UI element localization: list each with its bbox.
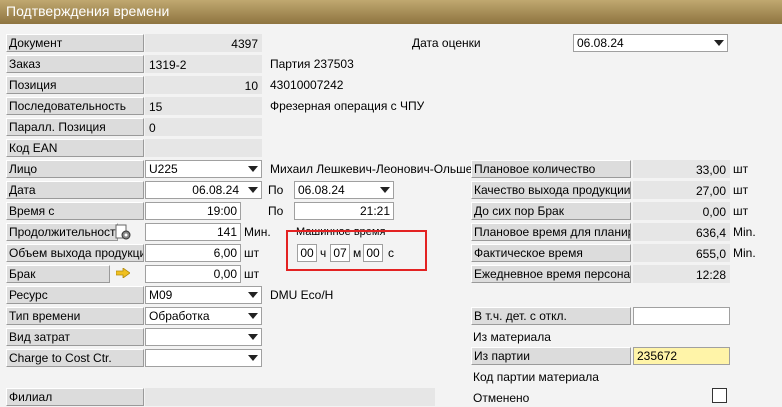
- time-type-dropdown[interactable]: Обработка: [145, 307, 262, 325]
- output-qty-field[interactable]: 6,00: [145, 244, 241, 262]
- planned-qty-field: 33,00: [633, 160, 730, 178]
- document-label: Документ: [6, 34, 144, 52]
- sequence-field: 15: [145, 97, 262, 115]
- date-label: Дата: [6, 181, 144, 199]
- document-field: 4397: [145, 34, 262, 52]
- planned-qty-label: Плановое количество: [471, 160, 631, 178]
- resource-dropdown[interactable]: M09: [145, 286, 262, 304]
- charge-label: Charge to Cost Ctr.: [6, 349, 144, 367]
- eval-date-dropdown[interactable]: 06.08.24: [573, 34, 728, 52]
- scrap-field[interactable]: 0,00: [145, 265, 241, 283]
- item-code-text: 43010007242: [270, 78, 344, 92]
- incl-deviation-field[interactable]: [633, 307, 730, 325]
- branch-field: [145, 388, 435, 406]
- planned-time-field: 636,4: [633, 223, 730, 241]
- chevron-down-icon[interactable]: [714, 40, 724, 46]
- date-value: 06.08.24: [192, 183, 239, 197]
- chevron-down-icon[interactable]: [248, 187, 258, 193]
- sequence-label: Последовательность: [6, 97, 144, 115]
- date-to-dropdown[interactable]: 06.08.24: [294, 181, 394, 199]
- from-material-label: Из материала: [473, 330, 551, 344]
- actual-time-unit: Min.: [733, 246, 756, 260]
- chevron-down-icon[interactable]: [248, 313, 258, 319]
- parallel-position-field: 0: [145, 118, 262, 136]
- output-qty-label: Объем выхода продукции: [6, 244, 144, 262]
- cost-type-label: Вид затрат: [6, 328, 144, 346]
- date-to-label: По: [268, 183, 284, 197]
- eval-date-value: 06.08.24: [577, 36, 624, 50]
- window-title: Подтверждения времени: [6, 3, 170, 19]
- cancelled-label: Отменено: [473, 391, 530, 405]
- person-name-text: Михаил Лешкевич-Леонович-Ольшевский: [270, 162, 504, 176]
- date-dropdown[interactable]: 06.08.24: [145, 181, 262, 199]
- parallel-position-label: Паралл. Позиция: [6, 118, 144, 136]
- person-dropdown[interactable]: U225: [145, 160, 262, 178]
- scrap-unit: шт: [244, 267, 260, 281]
- resource-name-text: DMU Eco/H: [270, 288, 334, 302]
- time-from-label: Время с: [6, 202, 144, 220]
- ean-label: Код EAN: [6, 139, 144, 157]
- chevron-down-icon[interactable]: [248, 355, 258, 361]
- output-qty-unit: шт: [244, 246, 260, 260]
- order-field: 1319-2: [145, 55, 262, 73]
- chevron-down-icon[interactable]: [248, 166, 258, 172]
- cancelled-checkbox[interactable]: [712, 388, 727, 403]
- time-to-field[interactable]: 21:21: [294, 202, 394, 220]
- operation-text: Фрезерная операция с ЧПУ: [270, 99, 425, 113]
- position-field: 10: [145, 76, 262, 94]
- quality-output-field: 27,00: [633, 181, 730, 199]
- time-type-value: Обработка: [149, 309, 210, 323]
- material-batch-code-label: Код партии материала: [473, 370, 599, 384]
- time-to-label: По: [268, 204, 284, 218]
- order-label: Заказ: [6, 55, 144, 73]
- duration-unit: Мин.: [244, 225, 271, 239]
- person-value: U225: [149, 162, 178, 176]
- actual-time-field: 655,0: [633, 244, 730, 262]
- daily-time-label: Ежедневное время персонала: [471, 265, 631, 283]
- batch-text: Партия 237503: [270, 57, 354, 71]
- branch-label: Филиал: [6, 388, 144, 406]
- daily-time-field: 12:28: [633, 265, 730, 283]
- chevron-down-icon[interactable]: [248, 334, 258, 340]
- quality-output-unit: шт: [733, 183, 749, 197]
- time-from-field[interactable]: 19:00: [145, 202, 241, 220]
- charge-dropdown[interactable]: [145, 349, 262, 367]
- cost-type-dropdown[interactable]: [145, 328, 262, 346]
- position-label: Позиция: [6, 76, 144, 94]
- date-to-value: 06.08.24: [298, 183, 345, 197]
- person-label: Лицо: [6, 160, 144, 178]
- from-batch-label: Из партии: [471, 347, 631, 365]
- planned-time-label: Плановое время для планирования: [471, 223, 631, 241]
- resource-label: Ресурс: [6, 286, 144, 304]
- link-arrow-icon[interactable]: [116, 268, 130, 278]
- eval-date-label: Дата оценки: [409, 34, 569, 52]
- ean-field: [145, 139, 262, 157]
- duration-label: Продолжительность: [6, 223, 118, 241]
- window-titlebar: Подтверждения времени: [0, 0, 782, 24]
- quality-output-label: Качество выхода продукции: [471, 181, 631, 199]
- resource-value: M09: [149, 288, 173, 302]
- highlight-box: [286, 230, 427, 271]
- scrap-so-far-unit: шт: [733, 204, 749, 218]
- chevron-down-icon[interactable]: [248, 292, 258, 298]
- scrap-label: Брак: [6, 265, 110, 283]
- duration-field[interactable]: 141: [145, 223, 241, 241]
- planned-qty-unit: шт: [733, 162, 749, 176]
- from-batch-field[interactable]: 235672: [633, 347, 730, 365]
- scrap-so-far-label: До сих пор Брак: [471, 202, 631, 220]
- chevron-down-icon[interactable]: [380, 187, 390, 193]
- actual-time-label: Фактическое время: [471, 244, 631, 262]
- planned-time-unit: Min.: [733, 225, 756, 239]
- document-gear-icon[interactable]: [114, 224, 132, 240]
- incl-deviation-label: В т.ч. дет. с откл.: [471, 307, 631, 325]
- time-type-label: Тип времени: [6, 307, 144, 325]
- scrap-so-far-field: 0,00: [633, 202, 730, 220]
